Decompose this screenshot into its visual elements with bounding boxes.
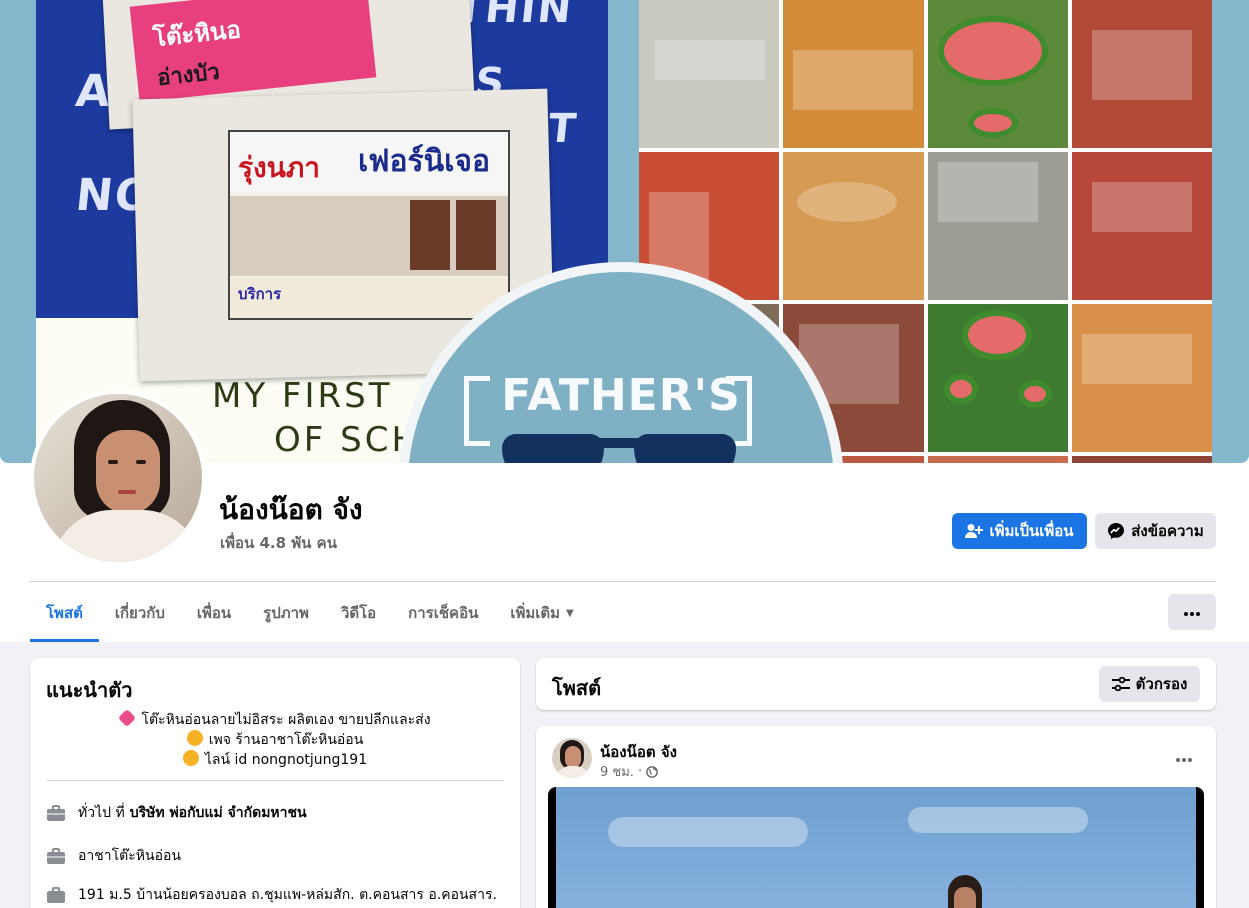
cover-sign-text: อ่างบัว xyxy=(155,58,221,91)
intro-card: แนะนำตัว โต๊ะหินอ่อนลายไม่อิสระ ผลิตเอง … xyxy=(30,658,520,908)
tab-label: เพื่อน xyxy=(196,604,232,622)
intro-item-text: ทั่วไป ที่ xyxy=(78,805,125,821)
briefcase-icon xyxy=(46,847,66,865)
profile-tabs: โพสต์ เกี่ยวกับ เพื่อน รูปภาพ วิดีโอ การ… xyxy=(30,584,590,642)
globe-icon xyxy=(646,765,658,778)
tab-label: วิดีโอ xyxy=(340,604,377,622)
post-photo[interactable] xyxy=(548,787,1204,908)
cover-grid-photo xyxy=(927,456,1068,463)
tab-checkins[interactable]: การเช็คอิน xyxy=(392,584,494,642)
tab-label: รูปภาพ xyxy=(263,604,309,622)
intro-work-item: อาชาโต๊ะหินอ่อน xyxy=(46,845,181,867)
avatar xyxy=(34,394,202,562)
add-friend-icon xyxy=(965,523,984,539)
bio-line: โต๊ะหินอ่อนลายไม่อิสระ ผลิตเอง ขายปลีกแล… xyxy=(30,708,520,730)
posts-header-card: โพสต์ ตัวกรอง xyxy=(536,658,1216,710)
cover-sign-text: โต๊ะหินอ xyxy=(151,16,243,53)
briefcase-icon xyxy=(46,804,66,822)
cover-badge-text: FATHER'S xyxy=(501,370,741,421)
add-friend-label: เพิ่มเป็นเพื่อน xyxy=(989,522,1074,540)
post-meta: 9 ชม. · xyxy=(600,761,658,782)
messenger-icon xyxy=(1107,522,1125,540)
cover-service-label: บริการ xyxy=(238,286,282,303)
post-author-avatar[interactable] xyxy=(552,738,592,778)
cover-grid-photo xyxy=(783,0,924,148)
header-divider xyxy=(30,581,1216,582)
add-friend-button[interactable]: เพิ่มเป็นเพื่อน xyxy=(952,513,1087,549)
cover-shop-photo xyxy=(456,200,496,270)
hearts-emoji-icon xyxy=(118,708,137,728)
intro-divider xyxy=(46,780,504,781)
meta-separator: · xyxy=(637,764,643,779)
cover-grid-photo xyxy=(783,152,924,300)
ellipsis-icon xyxy=(1176,749,1192,767)
post-options-button[interactable] xyxy=(1166,740,1202,776)
cover-shop-name: รุ่งนภา xyxy=(238,152,321,183)
hug-emoji-icon xyxy=(186,730,203,746)
ellipsis-icon xyxy=(1184,603,1200,621)
glasses-icon xyxy=(502,420,740,463)
bio-line: เพจ ร้านอาชาโต๊ะหินอ่อน xyxy=(30,730,520,750)
more-options-button[interactable] xyxy=(1168,594,1216,630)
cover-text-fragment: THIN xyxy=(453,0,576,32)
cover-shop-photo xyxy=(410,200,450,270)
caret-down-icon: ▼ xyxy=(566,607,574,619)
tab-label: โพสต์ xyxy=(46,604,83,622)
filter-label: ตัวกรอง xyxy=(1135,675,1188,693)
tab-videos[interactable]: วิดีโอ xyxy=(325,584,392,642)
message-label: ส่งข้อความ xyxy=(1131,522,1204,540)
posts-title: โพสต์ xyxy=(552,676,602,700)
cover-shop-header: รุ่งนภา เฟอร์นิเจอ xyxy=(230,132,508,192)
bio-text: โต๊ะหินอ่อนลายไม่อิสระ ผลิตเอง ขายปลีกแล… xyxy=(141,712,431,728)
cover-school-text: MY FIRST xyxy=(212,376,393,416)
briefcase-icon xyxy=(46,886,66,904)
tab-label: เกี่ยวกับ xyxy=(114,604,165,622)
intro-item-text: อาชาโต๊ะหินอ่อน xyxy=(78,848,181,864)
friend-count[interactable]: เพื่อน 4.8 พัน คน xyxy=(220,531,337,555)
tab-label: การเช็คอิน xyxy=(408,604,479,622)
cover-shop-footer: บริการ xyxy=(230,278,508,318)
post-card: น้องน๊อต จัง 9 ชม. · xyxy=(536,726,1216,908)
profile-header: AB NO IS THAT THIN MY FIRST OF SCHO โต๊ะ… xyxy=(0,0,1249,642)
cover-grid-photo xyxy=(1071,0,1212,148)
cover-grid-photo xyxy=(927,0,1068,148)
filter-button[interactable]: ตัวกรอง xyxy=(1099,666,1200,702)
tab-more[interactable]: เพิ่มเติม ▼ xyxy=(494,584,589,642)
cover-grid-photo xyxy=(927,152,1068,300)
intro-item-link[interactable]: บริษัท พ่อกับแม่ จำกัดมหาชน xyxy=(130,802,307,824)
cover-grid-photo xyxy=(1071,152,1212,300)
tab-label: เพิ่มเติม xyxy=(510,604,561,622)
bio-text: ไลน์ id nongnotjung191 xyxy=(204,752,368,768)
post-timestamp[interactable]: 9 ชม. xyxy=(600,761,634,782)
cover-grid-photo xyxy=(1071,456,1212,463)
message-button[interactable]: ส่งข้อความ xyxy=(1095,513,1216,549)
tab-friends[interactable]: เพื่อน xyxy=(181,584,247,642)
intro-title: แนะนำตัว xyxy=(46,678,133,702)
cover-grid-photo xyxy=(1071,304,1212,452)
profile-name: น้องน๊อต จัง xyxy=(219,493,363,526)
intro-work-item: ทั่วไป ที่ บริษัท พ่อกับแม่ จำกัดมหาชน xyxy=(46,802,307,824)
bio-line: ไลน์ id nongnotjung191 xyxy=(30,750,520,770)
intro-item-text: 191 ม.5 บ้านน้อยครองบอล ถ.ชุมแพ-หล่มสัก.… xyxy=(78,887,497,903)
filter-icon xyxy=(1111,677,1130,691)
intro-bio: โต๊ะหินอ่อนลายไม่อิสระ ผลิตเอง ขายปลีกแล… xyxy=(30,708,520,770)
cover-grid-photo xyxy=(639,0,780,148)
tab-photos[interactable]: รูปภาพ xyxy=(247,584,325,642)
cover-shop-name: เฟอร์นิเจอ xyxy=(358,145,490,178)
tab-posts[interactable]: โพสต์ xyxy=(30,584,99,642)
tab-about[interactable]: เกี่ยวกับ xyxy=(99,584,181,642)
hug-emoji-icon xyxy=(182,750,199,766)
cover-shop-sign: รุ่งนภา เฟอร์นิเจอ บริการ xyxy=(228,130,510,320)
bio-text: เพจ ร้านอาชาโต๊ะหินอ่อน xyxy=(208,732,364,748)
intro-address-item: 191 ม.5 บ้านน้อยครองบอล ถ.ชุมแพ-หล่มสัก.… xyxy=(46,884,497,906)
cover-grid-photo xyxy=(927,304,1068,452)
profile-picture[interactable] xyxy=(30,390,206,566)
